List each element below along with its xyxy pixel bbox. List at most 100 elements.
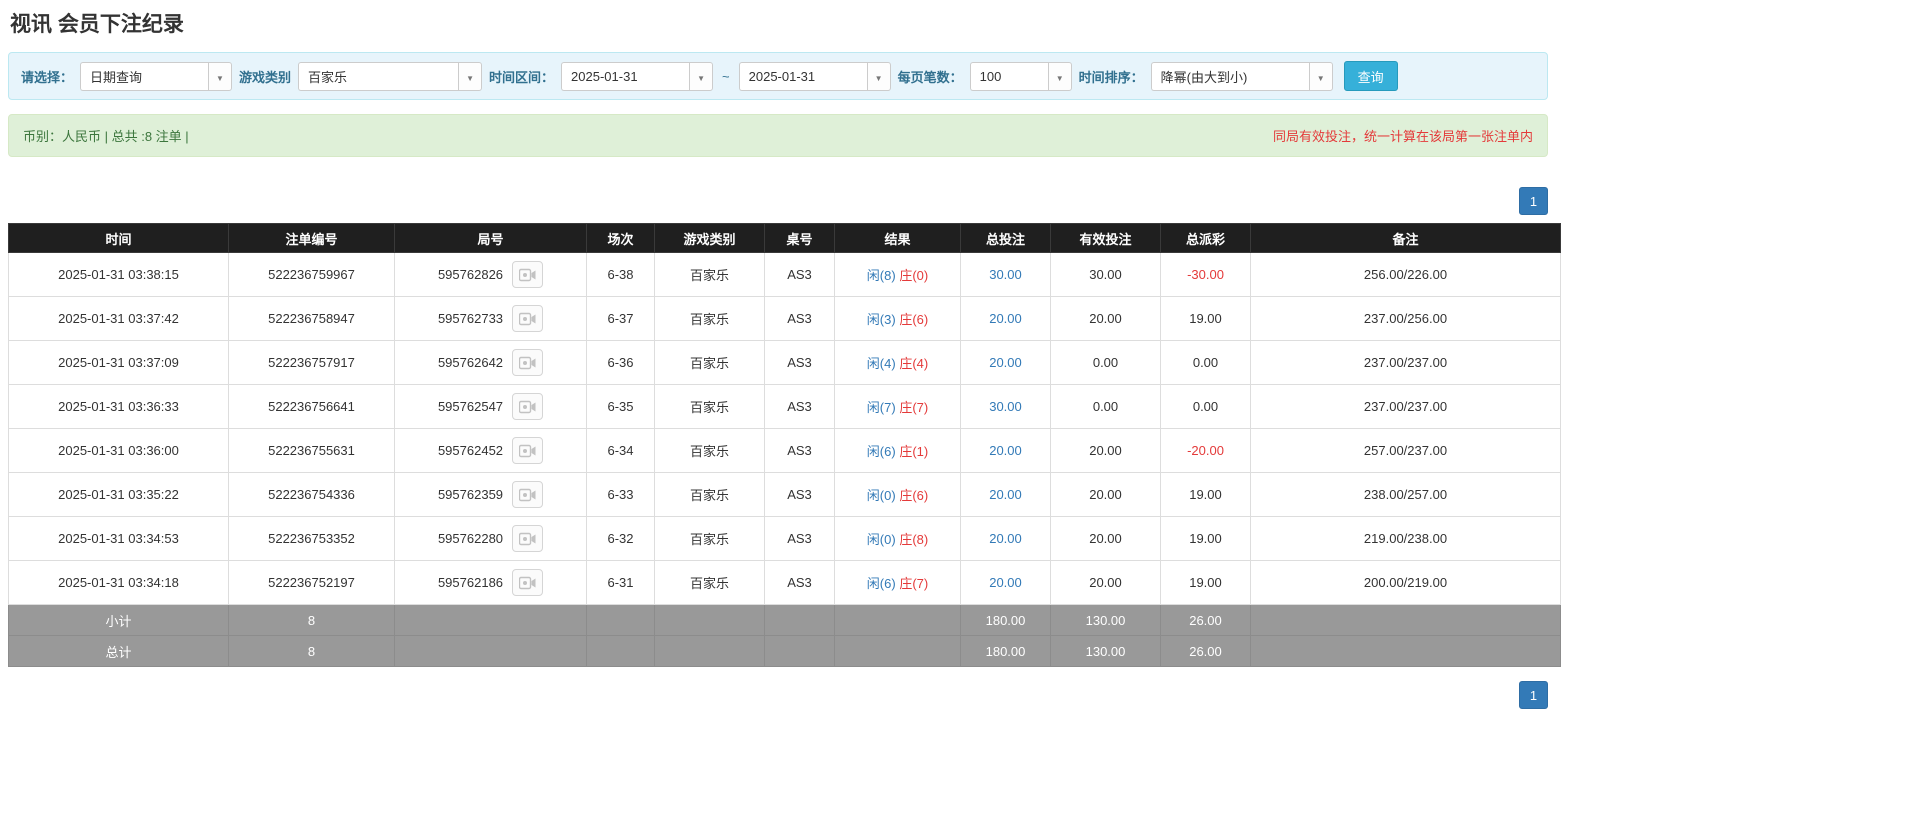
page-container: 视讯 会员下注纪录 请选择： ▼ 游戏类别 ▼ 时间区间： ▼ ~ ▼ 每页笔数… <box>0 0 1561 715</box>
total-bet-link[interactable]: 20.00 <box>989 311 1022 326</box>
cell-result: 闲(3) 庄(6) <box>834 296 961 341</box>
table-row: 2025-01-31 03:36:33 522236756641 5957625… <box>8 384 1561 429</box>
replay-button[interactable] <box>512 393 544 420</box>
table-row: 2025-01-31 03:38:15 522236759967 5957628… <box>8 252 1561 297</box>
round-id: 595762733 <box>437 311 504 326</box>
cell-round: 595762547 <box>394 384 587 429</box>
query-button[interactable]: 查询 <box>1343 61 1398 91</box>
replay-button[interactable] <box>512 525 544 552</box>
replay-button[interactable] <box>512 481 544 508</box>
query-type-dropdown-button[interactable]: ▼ <box>208 61 233 91</box>
query-type-input[interactable] <box>80 61 209 91</box>
game-type-input[interactable] <box>298 61 459 91</box>
game-type-label: 游戏类别 <box>239 69 292 85</box>
summary-empty-table <box>764 604 835 636</box>
summary-label: 小计 <box>8 604 229 636</box>
cell-result: 闲(0) 庄(8) <box>834 516 961 561</box>
cell-time: 2025-01-31 03:34:53 <box>8 516 229 561</box>
summary-empty-result <box>834 604 961 636</box>
cell-round: 595762280 <box>394 516 587 561</box>
cell-total-bet: 20.00 <box>960 560 1051 605</box>
cell-payout: 19.00 <box>1160 296 1251 341</box>
replay-button[interactable] <box>512 437 544 464</box>
cell-round: 595762452 <box>394 428 587 473</box>
replay-button[interactable] <box>512 349 544 376</box>
filter-bar: 请选择： ▼ 游戏类别 ▼ 时间区间： ▼ ~ ▼ 每页笔数： ▼ 时间排序： … <box>8 52 1548 100</box>
summary-empty-round <box>394 604 587 636</box>
date-to-combo: ▼ <box>738 61 891 91</box>
total-bet-link[interactable]: 30.00 <box>989 399 1022 414</box>
cell-result: 闲(7) 庄(7) <box>834 384 961 429</box>
cell-payout: 19.00 <box>1160 472 1251 517</box>
cell-valid-bet: 0.00 <box>1050 340 1161 385</box>
video-replay-icon <box>519 576 536 589</box>
page-size-input[interactable] <box>969 61 1048 91</box>
summary-valid-bet: 130.00 <box>1050 604 1161 636</box>
replay-button[interactable] <box>512 569 544 596</box>
result-banker: 庄(8) <box>899 532 929 547</box>
sort-label: 时间排序： <box>1078 69 1144 85</box>
time-range-label: 时间区间： <box>489 69 555 85</box>
cell-result: 闲(0) 庄(6) <box>834 472 961 517</box>
cell-payout: -20.00 <box>1160 428 1251 473</box>
sort-dropdown-button[interactable]: ▼ <box>1308 61 1333 91</box>
page-size-combo: ▼ <box>969 61 1072 91</box>
result-player: 闲(3) <box>866 312 896 327</box>
column-header: 场次 <box>586 223 655 253</box>
cell-remark: 238.00/257.00 <box>1250 472 1561 517</box>
cell-payout: -30.00 <box>1160 252 1251 297</box>
cell-game-type: 百家乐 <box>654 296 765 341</box>
cell-total-bet: 20.00 <box>960 472 1051 517</box>
summary-empty-session <box>586 604 655 636</box>
table-row: 2025-01-31 03:34:18 522236752197 5957621… <box>8 560 1561 605</box>
chevron-down-icon: ▼ <box>1055 73 1064 83</box>
table-row: 2025-01-31 03:37:42 522236758947 5957627… <box>8 296 1561 341</box>
page-button[interactable]: 1 <box>1519 681 1548 709</box>
date-to-dropdown-button[interactable]: ▼ <box>866 61 891 91</box>
total-bet-link[interactable]: 30.00 <box>989 267 1022 282</box>
cell-remark: 237.00/237.00 <box>1250 384 1561 429</box>
replay-button[interactable] <box>512 305 544 332</box>
total-bet-link[interactable]: 20.00 <box>989 443 1022 458</box>
pagination-top: 1 <box>8 187 1548 215</box>
cell-time: 2025-01-31 03:38:15 <box>8 252 229 297</box>
column-header: 总派彩 <box>1160 223 1251 253</box>
cell-round: 595762642 <box>394 340 587 385</box>
cell-bet-id: 522236753352 <box>228 516 395 561</box>
page-button[interactable]: 1 <box>1519 187 1548 215</box>
total-bet-link[interactable]: 20.00 <box>989 487 1022 502</box>
total-bet-link[interactable]: 20.00 <box>989 575 1022 590</box>
cell-session: 6-35 <box>586 384 655 429</box>
result-player: 闲(6) <box>866 576 896 591</box>
total-bet-link[interactable]: 20.00 <box>989 355 1022 370</box>
cell-valid-bet: 0.00 <box>1050 384 1161 429</box>
summary-total-bet: 180.00 <box>960 604 1051 636</box>
cell-round: 595762826 <box>394 252 587 297</box>
cell-payout: 19.00 <box>1160 560 1251 605</box>
cell-time: 2025-01-31 03:34:18 <box>8 560 229 605</box>
cell-bet-id: 522236756641 <box>228 384 395 429</box>
summary-payout: 26.00 <box>1160 635 1251 667</box>
total-bet-link[interactable]: 20.00 <box>989 531 1022 546</box>
summary-total-bet: 180.00 <box>960 635 1051 667</box>
summary-bar: 币别：人民币 | 总共 :8 注单 | 同局有效投注，统一计算在该局第一张注单内 <box>8 114 1548 157</box>
date-to-input[interactable] <box>738 61 867 91</box>
cell-table-no: AS3 <box>764 340 835 385</box>
cell-bet-id: 522236755631 <box>228 428 395 473</box>
game-type-dropdown-button[interactable]: ▼ <box>458 61 483 91</box>
round-id: 595762280 <box>437 531 504 546</box>
round-id: 595762452 <box>437 443 504 458</box>
cell-time: 2025-01-31 03:36:33 <box>8 384 229 429</box>
cell-result: 闲(6) 庄(1) <box>834 428 961 473</box>
page-size-dropdown-button[interactable]: ▼ <box>1047 61 1072 91</box>
sort-input[interactable] <box>1150 61 1309 91</box>
replay-button[interactable] <box>512 261 544 288</box>
date-from-input[interactable] <box>561 61 690 91</box>
cell-total-bet: 20.00 <box>960 516 1051 561</box>
table-row: 2025-01-31 03:34:53 522236753352 5957622… <box>8 516 1561 561</box>
cell-table-no: AS3 <box>764 428 835 473</box>
result-player: 闲(0) <box>866 488 896 503</box>
summary-payout: 26.00 <box>1160 604 1251 636</box>
date-from-dropdown-button[interactable]: ▼ <box>689 61 714 91</box>
column-header: 注单编号 <box>228 223 395 253</box>
